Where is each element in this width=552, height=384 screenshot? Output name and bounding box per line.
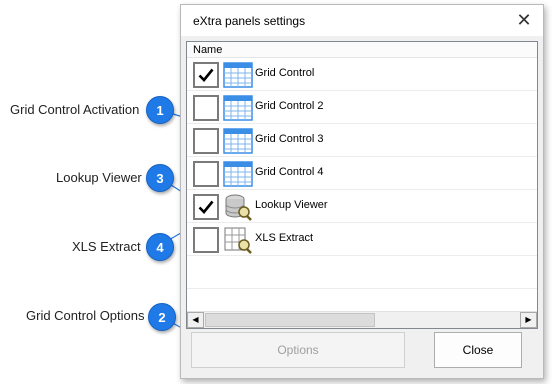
callout-badge-1: 1 [146,96,174,124]
list-item[interactable]: XLS Extract [187,223,537,256]
scroll-left-button[interactable]: ◀ [187,312,204,328]
callout-badge-3: 3 [146,164,174,192]
list-item-label: Grid Control [255,67,315,79]
column-header-name[interactable]: Name [187,42,537,58]
callout-label-grid-control-options: Grid Control Options [26,308,145,323]
title-bar: eXtra panels settings ✕ [181,5,543,36]
list-item[interactable]: Grid Control 2 [187,91,537,124]
list-item-label: Lookup Viewer [255,199,328,211]
spreadsheet-search-icon [223,226,253,254]
grid-icon [223,94,253,122]
list-item[interactable]: Grid Control 4 [187,157,537,190]
list-item[interactable]: Lookup Viewer [187,190,537,223]
callout-badge-4: 4 [146,233,174,261]
database-search-icon [223,193,253,221]
horizontal-scrollbar[interactable]: ◀ ▶ [187,311,537,328]
scroll-thumb[interactable] [205,313,375,327]
grid-icon [223,160,253,188]
callout-label-xls-extract: XLS Extract [72,239,141,254]
dialog-title: eXtra panels settings [193,14,306,28]
options-button[interactable]: Options [191,332,405,368]
list-item-label: Grid Control 3 [255,133,324,145]
checkbox-unchecked[interactable] [193,128,219,154]
callout-label-grid-control-activation: Grid Control Activation [10,102,140,117]
grid-icon [223,61,253,89]
checkbox-checked[interactable] [193,62,219,88]
list-item[interactable]: Grid Control 3 [187,124,537,157]
empty-row [187,256,537,289]
checkbox-unchecked[interactable] [193,95,219,121]
close-button[interactable]: Close [434,332,522,368]
close-icon[interactable]: ✕ [513,9,535,31]
scroll-right-button[interactable]: ▶ [520,312,537,328]
list-item-label: Grid Control 4 [255,166,324,178]
panels-list[interactable]: Name Grid Control Grid Control 2 Grid Cont… [186,41,538,329]
checkbox-unchecked[interactable] [193,161,219,187]
list-item-label: Grid Control 2 [255,100,324,112]
callout-badge-2: 2 [148,303,176,331]
checkbox-unchecked[interactable] [193,227,219,253]
list-rows: Grid Control Grid Control 2 Grid Control 3… [187,58,537,322]
extra-panels-settings-dialog: eXtra panels settings ✕ Name Grid Contro… [180,4,544,379]
checkbox-checked[interactable] [193,194,219,220]
list-item-label: XLS Extract [255,232,314,244]
callout-label-lookup-viewer: Lookup Viewer [56,170,142,185]
list-item[interactable]: Grid Control [187,58,537,91]
grid-icon [223,127,253,155]
